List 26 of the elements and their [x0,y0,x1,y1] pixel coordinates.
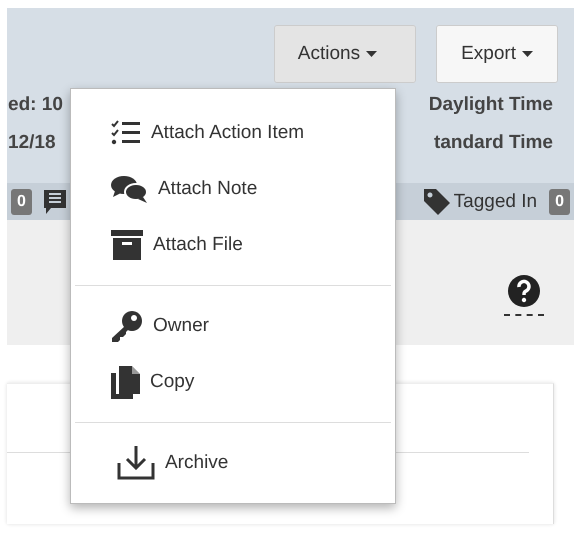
count-badge: 0 [549,188,570,214]
menu-item[interactable]: Owner [71,298,395,354]
comment-icon [44,190,66,214]
date-text: 12/18 [8,132,57,154]
caret-icon [522,51,533,57]
help-icon[interactable] [508,275,540,307]
checklist-icon [111,120,141,146]
menu-item[interactable]: Archive [71,435,395,491]
export-button[interactable]: Export [436,25,558,83]
copy-icon [111,366,140,398]
menu-item[interactable]: Attach Action Item [71,105,395,161]
tagged-in-label: Tagged In [454,190,538,212]
timezone-text: tandard Time [434,132,553,154]
key-icon [111,310,143,342]
download-tray-icon [117,445,155,481]
actions-button[interactable]: Actions [274,25,416,83]
caret-icon [366,51,378,57]
tag-icon [422,186,452,216]
chat-bubbles-icon [111,174,148,204]
timezone-text: Daylight Time [428,94,553,116]
date-text: ed: 10 [8,94,63,116]
archive-box-icon [111,230,143,260]
count-badge: 0 [11,188,32,214]
menu-item[interactable]: Copy [71,354,395,410]
menu-item[interactable]: Attach File [71,217,395,273]
menu-item[interactable]: Attach Note [71,161,395,217]
